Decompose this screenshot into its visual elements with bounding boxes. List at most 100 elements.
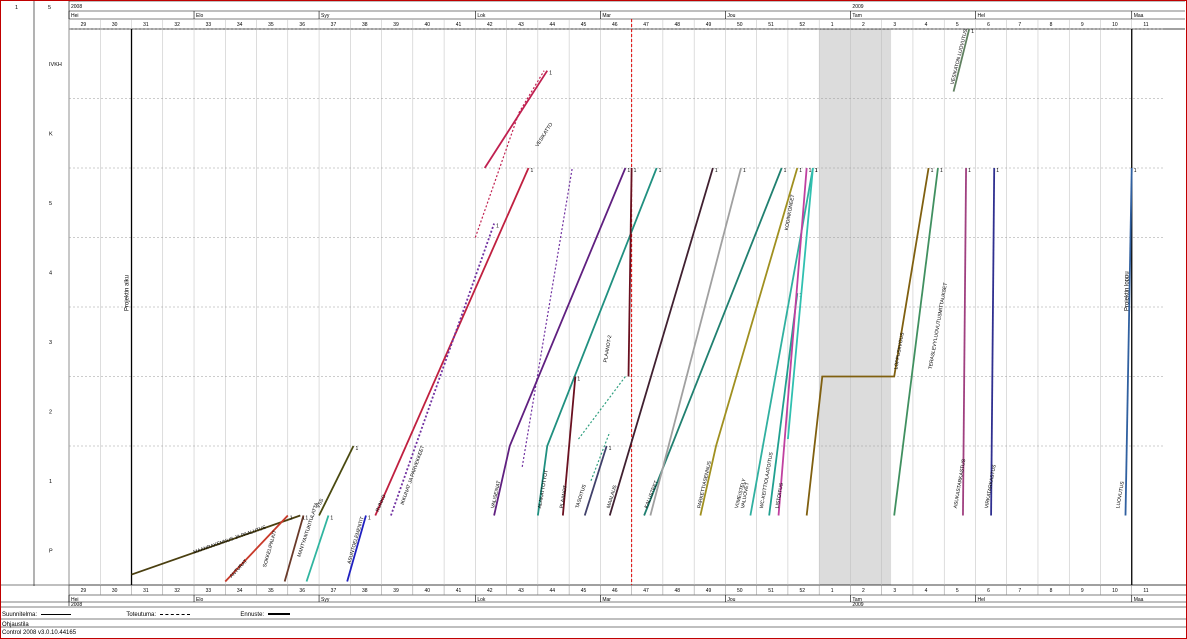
month-label-top: Elo: [196, 13, 203, 19]
week-label-bottom: 52: [800, 588, 806, 594]
task-label: VALISEINAT: [490, 480, 502, 509]
task-line[interactable]: [536, 167, 658, 516]
task-label: ALAKATTOTYOT: [537, 469, 550, 508]
task-line[interactable]: [608, 167, 714, 516]
task-line[interactable]: [1124, 167, 1133, 516]
task-label: ASUKASTARKASTUS: [953, 458, 968, 509]
task-label: ASUNTOELEMENTIT: [346, 516, 365, 565]
week-label-bottom: 47: [643, 588, 649, 594]
month-label-top: Syy: [321, 13, 330, 19]
year-label-bottom: 2008: [71, 602, 82, 608]
week-label-bottom: 11: [1143, 588, 1148, 594]
floor-label: 4: [49, 270, 52, 276]
task-label: MAALAUS: [606, 484, 619, 509]
floor-label: K: [49, 131, 53, 137]
actual-line: [521, 167, 573, 467]
task-end-marker: 1: [530, 168, 533, 174]
month-label-top: Hel: [977, 13, 985, 19]
month-label-top: Jou: [727, 13, 735, 19]
week-label-top: 2: [862, 22, 865, 28]
actual-line: [578, 376, 626, 440]
week-label-top: 6: [987, 22, 990, 28]
week-label-top: 42: [487, 22, 493, 28]
task-end-marker: 1: [634, 168, 637, 174]
task-end-marker: 1: [715, 168, 718, 174]
week-label-bottom: 51: [768, 588, 774, 594]
task-end-marker: 1: [971, 29, 974, 35]
schedule-window: 1 5 29 29 30 30 31 31 32 32 33 33 34 34 35 35 36 36 37 37 38…: [0, 0, 1187, 639]
week-label-top: 1: [831, 22, 834, 28]
task-end-marker: 1: [799, 168, 802, 174]
task-label: PLAANOT-2: [603, 335, 614, 363]
task-label: LUOVUTUS: [1115, 480, 1126, 509]
year-label-top: 2008: [71, 4, 82, 10]
task-label: TASOITUS: [575, 483, 588, 509]
task-line[interactable]: [318, 445, 355, 516]
floor-label: IVKH: [49, 62, 62, 68]
week-label-bottom: 37: [331, 588, 337, 594]
week-label-bottom: 42: [487, 588, 493, 594]
week-label-top: 5: [956, 22, 959, 28]
task-label: ANTURAT: [229, 558, 249, 579]
task-end-marker: 1: [609, 446, 612, 452]
week-label-top: 44: [549, 22, 555, 28]
week-label-top: 8: [1050, 22, 1053, 28]
week-label-top: 7: [1018, 22, 1021, 28]
week-label-bottom: 41: [456, 588, 462, 594]
legend-forecast-line: [267, 613, 290, 616]
task-end-marker: 1: [931, 168, 934, 174]
week-label-bottom: 31: [143, 588, 149, 594]
week-label-bottom: 3: [893, 588, 896, 594]
week-label-top: 4: [925, 22, 928, 28]
week-label-bottom: 36: [299, 588, 305, 594]
task-end-marker: 1: [659, 168, 662, 174]
legend-forecast: Ennuste:: [240, 612, 265, 618]
month-label-bottom: Hel: [977, 597, 985, 603]
header-col-a: 1: [15, 5, 18, 11]
week-label-top: 29: [81, 22, 87, 28]
week-label-top: 10: [1112, 22, 1118, 28]
month-label-top: Tam: [852, 13, 861, 19]
week-label-top: 30: [112, 22, 118, 28]
floor-label: 2: [49, 409, 52, 415]
week-label-top: 43: [518, 22, 524, 28]
month-label-bottom: Elo: [196, 597, 203, 603]
task-end-marker: 1: [743, 168, 746, 174]
month-label-top: Hei: [71, 13, 79, 19]
task-end-marker: 1: [940, 168, 943, 174]
week-label-bottom: 8: [1050, 588, 1053, 594]
task-line[interactable]: [990, 167, 996, 516]
task-label: KODINKONEET: [784, 194, 796, 231]
week-label-bottom: 6: [987, 588, 990, 594]
legend-plan: Suunnitelma:: [2, 612, 38, 618]
task-end-marker: 1: [627, 168, 630, 174]
task-label: TERASLEVYLUOVUTUSMITTAUKSET: [928, 282, 949, 370]
task-line[interactable]: [390, 223, 495, 516]
week-label-top: 50: [737, 22, 743, 28]
week-label-top: 11: [1143, 22, 1148, 28]
week-label-top: 37: [331, 22, 337, 28]
task-end-marker: 1: [355, 446, 358, 452]
task-end-marker: 1: [784, 168, 787, 174]
task-end-marker: 1: [1134, 168, 1137, 174]
legend-plan-line: [40, 613, 71, 615]
week-label-bottom: 46: [612, 588, 618, 594]
week-label-bottom: 38: [362, 588, 368, 594]
week-label-bottom: 50: [737, 588, 743, 594]
week-label-top: 34: [237, 22, 243, 28]
legend-actual: Toteutuma:: [126, 612, 157, 618]
floor-label: 5: [49, 201, 52, 207]
week-label-bottom: 35: [268, 588, 274, 594]
year-label-bottom: 2009: [852, 602, 863, 608]
week-label-top: 3: [893, 22, 896, 28]
task-line[interactable]: [649, 167, 742, 516]
task-end-marker: 1: [577, 377, 580, 383]
task-end-marker: 1: [996, 168, 999, 174]
year-label-top: 2009: [852, 4, 863, 10]
week-label-bottom: 5: [956, 588, 959, 594]
month-label-bottom: Syy: [321, 597, 330, 603]
task-label: VESIKATTO: [534, 122, 554, 149]
month-label-top: Maa: [1134, 13, 1144, 19]
task-line[interactable]: [583, 445, 608, 516]
task-label: PLAANOT: [559, 485, 569, 509]
